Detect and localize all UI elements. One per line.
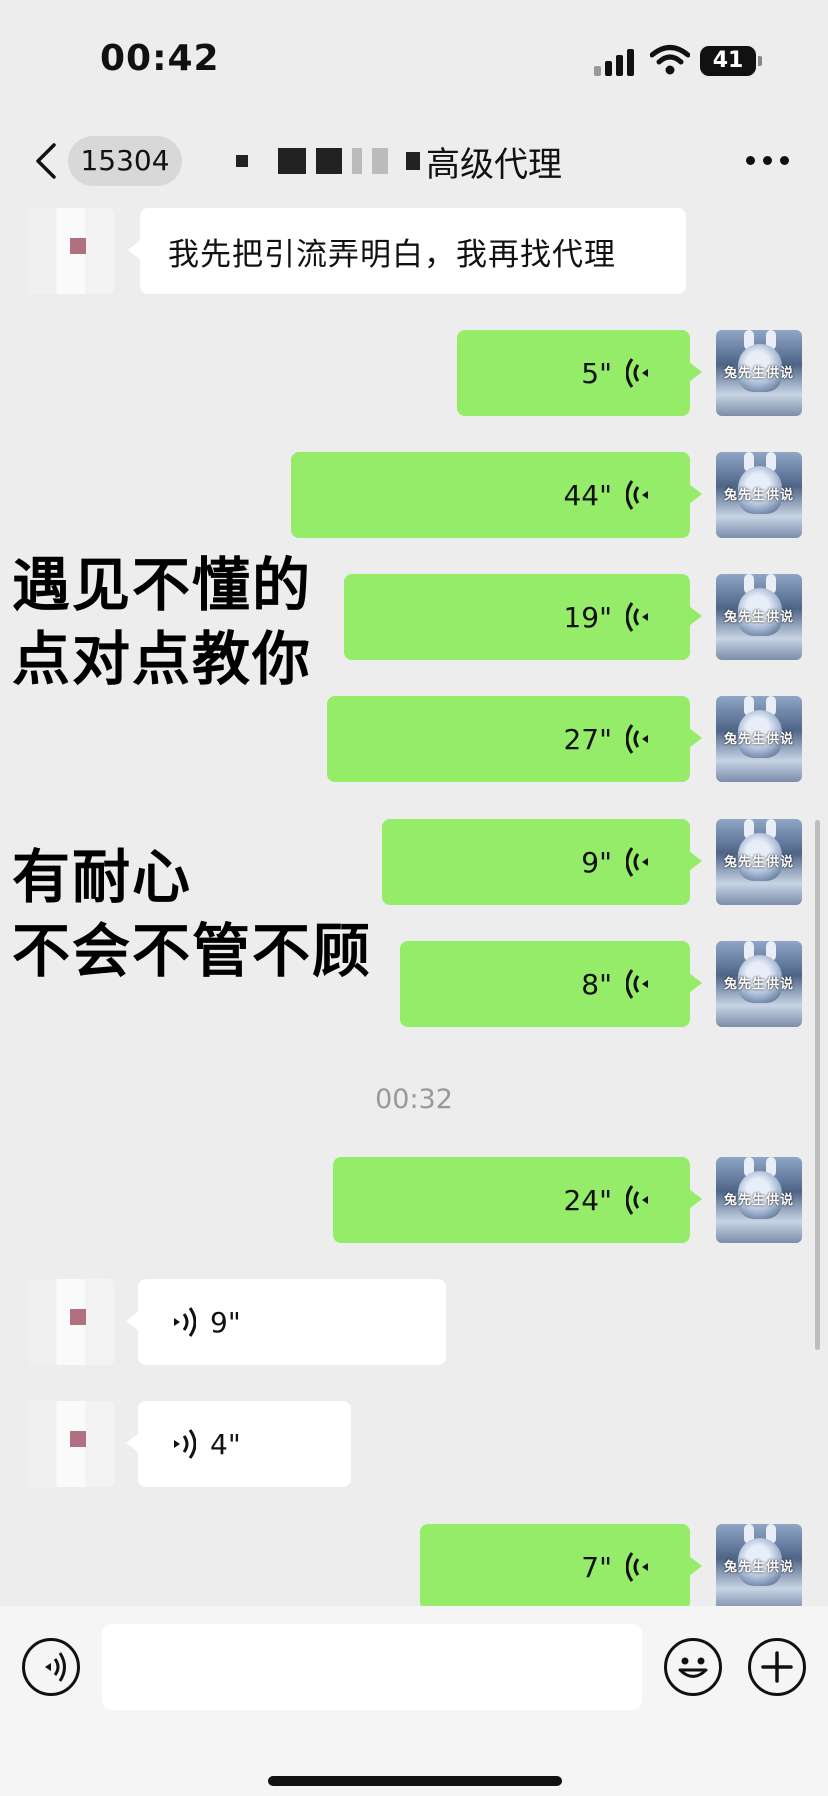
voice-wave-icon	[626, 1552, 648, 1582]
overlay-line: 有耐心	[12, 843, 193, 911]
voice-wave-icon	[626, 358, 648, 388]
voice-duration: 9"	[581, 845, 612, 879]
add-button[interactable]	[748, 1638, 806, 1696]
more-icon[interactable]	[746, 156, 790, 168]
voice-message[interactable]: 44"	[291, 452, 702, 538]
censor-block	[372, 148, 388, 174]
voice-message[interactable]: 27"	[327, 696, 702, 782]
emoji-icon	[678, 1657, 708, 1678]
overlay-caption-bottom: 有耐心 不会不管不顾	[12, 840, 372, 988]
battery-icon: 41	[700, 46, 756, 76]
chevron-left-icon[interactable]	[32, 142, 60, 180]
wifi-icon	[650, 45, 690, 75]
voice-wave-icon	[174, 1429, 196, 1459]
voice-duration: 19"	[563, 600, 612, 634]
voice-message[interactable]: 7"	[420, 1524, 702, 1606]
voice-wave-icon	[626, 480, 648, 510]
contact-avatar[interactable]	[28, 1401, 114, 1487]
voice-duration: 8"	[581, 967, 612, 1001]
voice-wave-icon	[626, 847, 648, 877]
my-avatar[interactable]: 兔先生供说	[716, 696, 802, 782]
message-text: 我先把引流弄明白，我再找代理	[168, 236, 616, 273]
voice-wave-icon	[626, 602, 648, 632]
my-avatar[interactable]: 兔先生供说	[716, 330, 802, 416]
status-bar: 00:42 41	[0, 0, 828, 120]
censor-block	[316, 148, 342, 174]
voice-duration: 7"	[581, 1550, 612, 1584]
home-indicator	[268, 1776, 562, 1786]
voice-duration: 24"	[563, 1183, 612, 1217]
overlay-line: 不会不管不顾	[12, 917, 373, 985]
battery-cap	[758, 56, 762, 66]
voice-icon	[45, 1652, 66, 1682]
my-avatar[interactable]: 兔先生供说	[716, 941, 802, 1027]
voice-message[interactable]: 9"	[126, 1279, 446, 1365]
voice-message[interactable]: 5"	[457, 330, 702, 416]
my-avatar[interactable]: 兔先生供说	[716, 819, 802, 905]
my-avatar[interactable]: 兔先生供说	[716, 1524, 802, 1606]
overlay-line: 点对点教你	[12, 625, 313, 693]
emoji-button[interactable]	[664, 1638, 722, 1696]
chat-title: 高级代理	[236, 136, 562, 186]
voice-wave-icon	[626, 724, 648, 754]
message-list[interactable]: 我先把引流弄明白，我再找代理 兔先生供说 5" 兔先生供说 44" 兔先生供说 …	[0, 200, 828, 1606]
voice-wave-icon	[626, 969, 648, 999]
voice-message[interactable]: 24"	[333, 1157, 702, 1243]
chat-header: 15304 高级代理	[0, 120, 828, 200]
censor-block	[278, 148, 306, 174]
my-avatar[interactable]: 兔先生供说	[716, 1157, 802, 1243]
voice-duration: 27"	[563, 722, 612, 756]
chat-title-text: 高级代理	[426, 144, 562, 185]
censor-block	[406, 152, 420, 170]
voice-duration: 9"	[210, 1305, 241, 1339]
voice-wave-icon	[626, 1185, 648, 1215]
voice-toggle-button[interactable]	[22, 1638, 80, 1696]
signal-icon	[594, 48, 638, 76]
my-avatar[interactable]: 兔先生供说	[716, 452, 802, 538]
overlay-line: 遇见不懂的	[12, 551, 313, 619]
message-bubble[interactable]: 我先把引流弄明白，我再找代理	[128, 208, 686, 294]
contact-avatar[interactable]	[28, 208, 114, 294]
unread-count-badge[interactable]: 15304	[68, 136, 182, 186]
voice-duration: 5"	[581, 356, 612, 390]
censor-block	[236, 155, 248, 167]
my-avatar[interactable]: 兔先生供说	[716, 574, 802, 660]
voice-message[interactable]: 8"	[400, 941, 702, 1027]
message-timestamp: 00:32	[375, 1084, 453, 1115]
voice-message[interactable]: 19"	[344, 574, 702, 660]
censor-block	[352, 148, 362, 174]
voice-duration: 4"	[210, 1427, 241, 1461]
contact-avatar[interactable]	[28, 1279, 114, 1365]
input-bar	[0, 1606, 828, 1796]
voice-message[interactable]: 4"	[126, 1401, 351, 1487]
plus-icon	[761, 1651, 793, 1683]
voice-message[interactable]: 9"	[382, 819, 702, 905]
voice-wave-icon	[174, 1307, 196, 1337]
message-input[interactable]	[102, 1624, 642, 1710]
voice-duration: 44"	[563, 478, 612, 512]
overlay-caption-top: 遇见不懂的 点对点教你	[12, 548, 312, 696]
status-time: 00:42	[100, 38, 220, 79]
scrollbar[interactable]	[815, 820, 820, 1350]
